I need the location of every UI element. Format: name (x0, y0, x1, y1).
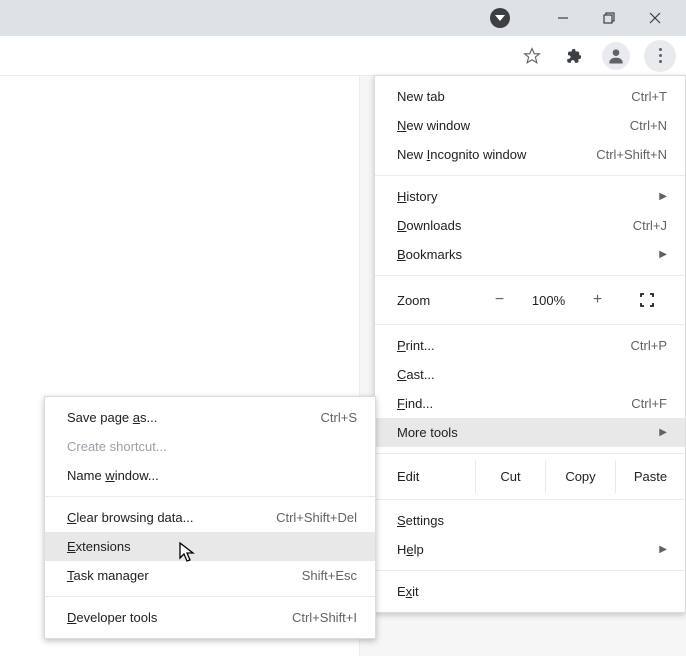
menu-bookmarks[interactable]: Bookmarks ▶ (375, 240, 685, 269)
extension-badge-icon[interactable] (490, 8, 510, 28)
menu-new-window[interactable]: New window Ctrl+N (375, 111, 685, 140)
menu-label: Print... (397, 338, 435, 353)
menu-shortcut: Ctrl+Shift+N (596, 147, 667, 162)
menu-label: More tools (397, 425, 458, 440)
zoom-percent: 100% (524, 286, 573, 314)
menu-label: Name window... (67, 468, 159, 483)
menu-label: Save page as... (67, 410, 157, 425)
chrome-main-menu: New tab Ctrl+T New window Ctrl+N New Inc… (374, 75, 686, 613)
edit-cut-button[interactable]: Cut (475, 460, 545, 493)
submenu-arrow-icon: ▶ (659, 191, 667, 202)
more-tools-submenu: Save page as... Ctrl+S Create shortcut..… (44, 396, 376, 639)
menu-separator (45, 596, 375, 597)
menu-separator (375, 499, 685, 500)
menu-separator (375, 453, 685, 454)
menu-shortcut: Ctrl+P (631, 338, 667, 353)
menu-find[interactable]: Find... Ctrl+F (375, 389, 685, 418)
browser-toolbar (0, 36, 686, 76)
menu-label: Clear browsing data... (67, 510, 193, 525)
edit-label: Edit (375, 469, 475, 484)
menu-history[interactable]: History ▶ (375, 182, 685, 211)
profile-avatar-icon[interactable] (602, 42, 630, 70)
extensions-icon[interactable] (560, 42, 588, 70)
menu-label: Cast... (397, 367, 435, 382)
menu-label: Task manager (67, 568, 149, 583)
submenu-name-window[interactable]: Name window... (45, 461, 375, 490)
menu-help[interactable]: Help ▶ (375, 535, 685, 564)
menu-cast[interactable]: Cast... (375, 360, 685, 389)
menu-label: Settings (397, 513, 444, 528)
menu-shortcut: Ctrl+Shift+I (292, 610, 357, 625)
menu-label: Create shortcut... (67, 439, 167, 454)
submenu-create-shortcut: Create shortcut... (45, 432, 375, 461)
menu-label: History (397, 189, 437, 204)
bookmark-star-icon[interactable] (518, 42, 546, 70)
zoom-out-button[interactable]: − (475, 286, 524, 314)
zoom-in-button[interactable]: + (573, 286, 622, 314)
content-area: New tab Ctrl+T New window Ctrl+N New Inc… (0, 76, 686, 656)
menu-print[interactable]: Print... Ctrl+P (375, 331, 685, 360)
menu-new-incognito[interactable]: New Incognito window Ctrl+Shift+N (375, 140, 685, 169)
menu-downloads[interactable]: Downloads Ctrl+J (375, 211, 685, 240)
menu-separator (375, 175, 685, 176)
close-button[interactable] (632, 2, 678, 34)
submenu-developer-tools[interactable]: Developer tools Ctrl+Shift+I (45, 603, 375, 632)
menu-label: Downloads (397, 218, 461, 233)
menu-exit[interactable]: Exit (375, 577, 685, 606)
menu-label: Developer tools (67, 610, 157, 625)
menu-edit-row: Edit Cut Copy Paste (375, 460, 685, 493)
menu-label: Extensions (67, 539, 131, 554)
menu-shortcut: Ctrl+N (630, 118, 667, 133)
menu-label: New tab (397, 89, 445, 104)
minimize-button[interactable] (540, 2, 586, 34)
zoom-label: Zoom (397, 293, 475, 308)
menu-shortcut: Ctrl+T (631, 89, 667, 104)
menu-separator (45, 496, 375, 497)
submenu-arrow-icon: ▶ (659, 427, 667, 438)
menu-zoom-row: Zoom − 100% + (375, 282, 685, 318)
menu-shortcut: Ctrl+Shift+Del (276, 510, 357, 525)
edit-copy-button[interactable]: Copy (545, 460, 615, 493)
menu-settings[interactable]: Settings (375, 506, 685, 535)
menu-shortcut: Ctrl+S (321, 410, 357, 425)
menu-label: New window (397, 118, 470, 133)
submenu-save-page[interactable]: Save page as... Ctrl+S (45, 403, 375, 432)
menu-separator (375, 570, 685, 571)
submenu-task-manager[interactable]: Task manager Shift+Esc (45, 561, 375, 590)
menu-shortcut: Shift+Esc (302, 568, 357, 583)
menu-new-tab[interactable]: New tab Ctrl+T (375, 82, 685, 111)
restore-button[interactable] (586, 2, 632, 34)
submenu-arrow-icon: ▶ (659, 544, 667, 555)
menu-label: Exit (397, 584, 419, 599)
edit-paste-button[interactable]: Paste (615, 460, 685, 493)
menu-label: Find... (397, 396, 433, 411)
fullscreen-button[interactable] (622, 286, 671, 314)
submenu-arrow-icon: ▶ (659, 249, 667, 260)
menu-shortcut: Ctrl+J (633, 218, 667, 233)
menu-more-tools[interactable]: More tools ▶ (375, 418, 685, 447)
submenu-extensions[interactable]: Extensions (45, 532, 375, 561)
menu-separator (375, 324, 685, 325)
submenu-clear-browsing-data[interactable]: Clear browsing data... Ctrl+Shift+Del (45, 503, 375, 532)
window-titlebar (0, 0, 686, 36)
menu-label: Help (397, 542, 424, 557)
menu-label: Bookmarks (397, 247, 462, 262)
menu-label: New Incognito window (397, 147, 526, 162)
chrome-menu-button[interactable] (644, 40, 676, 72)
menu-shortcut: Ctrl+F (631, 396, 667, 411)
menu-separator (375, 275, 685, 276)
